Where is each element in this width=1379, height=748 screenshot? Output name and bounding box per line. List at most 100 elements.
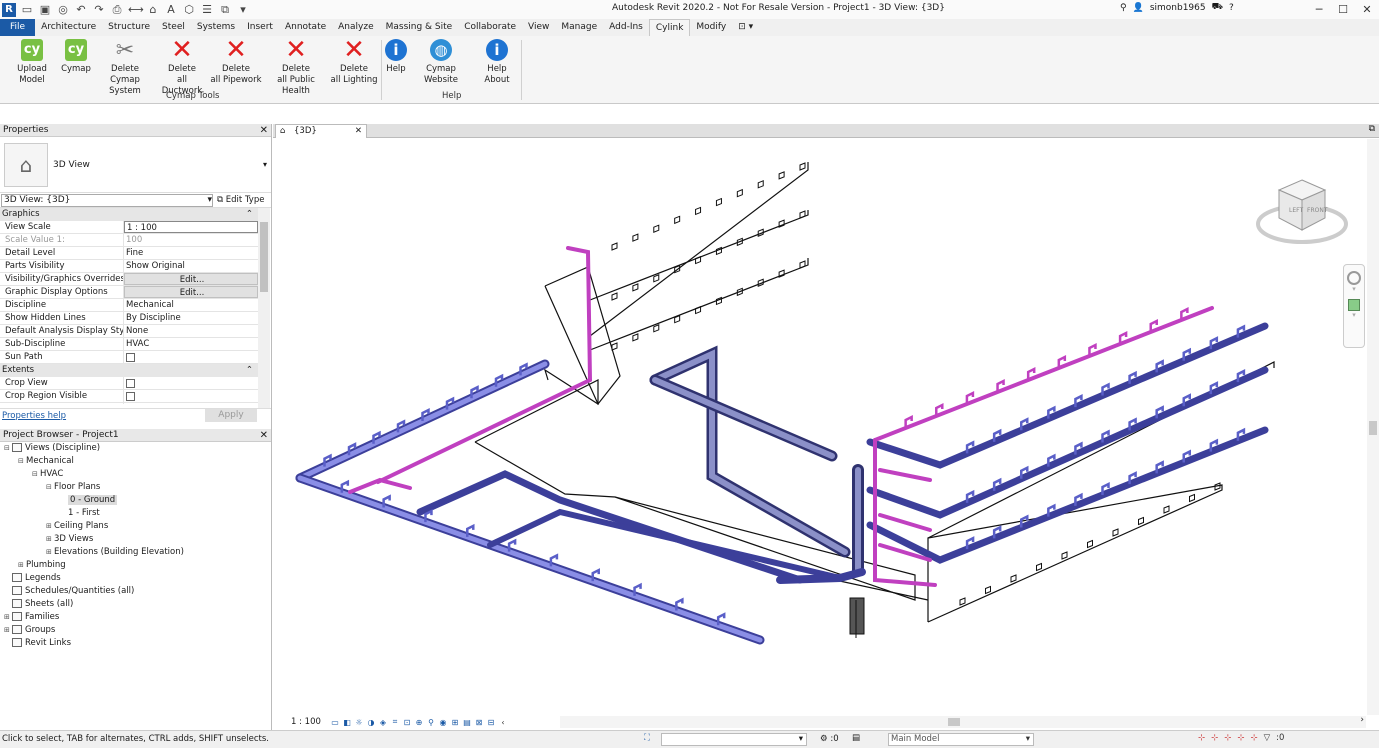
browser-item[interactable]: ⊞ Plumbing xyxy=(0,559,271,572)
property-checkbox[interactable] xyxy=(126,353,135,362)
tab-steel[interactable]: Steel xyxy=(156,19,191,36)
zoom-icon[interactable] xyxy=(1348,299,1360,311)
browser-item[interactable]: ⊟ HVAC xyxy=(0,468,271,481)
help-icon[interactable]: ? xyxy=(1229,3,1234,13)
steering-wheel-icon[interactable] xyxy=(1347,271,1361,285)
delete-all-lighting-button[interactable]: ✕ Delete all Lighting xyxy=(330,37,378,86)
close-icon[interactable]: ✕ xyxy=(260,125,268,136)
apply-button[interactable]: Apply xyxy=(205,409,257,422)
constraints-icon[interactable]: ⊟ xyxy=(485,718,497,727)
delete-all-public-health-button[interactable]: ✕ Delete all Public Health xyxy=(264,37,328,97)
type-selector[interactable]: ⌂ 3D View ▾ xyxy=(0,137,271,193)
delete-all-pipework-button[interactable]: ✕ Delete all Pipework xyxy=(210,37,262,86)
analytical-icon[interactable]: ⊠ xyxy=(473,718,485,727)
close-icon[interactable]: ✕ xyxy=(355,125,362,138)
detail-level-icon[interactable]: ▭ xyxy=(329,718,341,727)
cymap-website-button[interactable]: ◍ Cymap Website xyxy=(410,38,472,86)
crop-visible-icon[interactable]: ⊡ xyxy=(401,718,413,727)
contextual-dropdown-icon[interactable]: ⊡ ▾ xyxy=(732,19,759,36)
browser-item[interactable]: ⊟ Mechanical xyxy=(0,455,271,468)
measure-icon[interactable]: ⟷ xyxy=(128,3,144,16)
tab-analyze[interactable]: Analyze xyxy=(332,19,379,36)
expand-icon[interactable]: ⊞ xyxy=(4,611,12,624)
save-icon[interactable]: ▣ xyxy=(38,3,52,16)
expand-icon[interactable]: ⊞ xyxy=(46,533,54,546)
browser-item[interactable]: ⊞ 3D Views xyxy=(0,533,271,546)
section-extents[interactable]: Extents ⌃ xyxy=(0,364,258,377)
editing-requests-icon[interactable]: ▤ xyxy=(852,733,860,743)
property-value[interactable] xyxy=(124,390,258,402)
expand-icon[interactable]: ⊞ xyxy=(46,520,54,533)
expand-icon[interactable]: ⊞ xyxy=(18,559,26,572)
instance-dropdown[interactable]: 3D View: {3D} ▾ xyxy=(1,193,213,207)
browser-item[interactable]: 0 - Ground xyxy=(0,494,271,507)
select-links-icon[interactable]: ⊹ xyxy=(1198,733,1205,743)
expand-icon[interactable]: ⊞ xyxy=(4,624,12,637)
tab-annotate[interactable]: Annotate xyxy=(279,19,332,36)
tab-view[interactable]: View xyxy=(522,19,555,36)
browser-item[interactable]: Schedules/Quantities (all) xyxy=(0,585,271,598)
design-option-dropdown[interactable]: Main Model ▾ xyxy=(888,733,1034,746)
tab-manage[interactable]: Manage xyxy=(555,19,603,36)
scroll-left-icon[interactable]: ‹ xyxy=(497,718,509,727)
lock-icon[interactable]: ⊕ xyxy=(413,718,425,727)
close-icon[interactable]: ✕ xyxy=(260,430,268,441)
binoculars-icon[interactable]: ⚲ xyxy=(1120,3,1127,13)
close-icon[interactable]: ✕ xyxy=(1355,0,1379,19)
browser-item[interactable]: ⊟ Views (Discipline) xyxy=(0,442,271,455)
text-icon[interactable]: A xyxy=(164,3,178,16)
property-value[interactable]: Mechanical xyxy=(124,299,258,311)
collapse-icon[interactable]: ⊟ xyxy=(46,481,54,494)
crop-icon[interactable]: ⌗ xyxy=(389,717,401,727)
reveal-icon[interactable]: ◉ xyxy=(437,718,449,727)
browser-item[interactable]: Legends xyxy=(0,572,271,585)
browser-item[interactable]: ⊞ Elevations (Building Elevation) xyxy=(0,546,271,559)
browser-item[interactable]: Sheets (all) xyxy=(0,598,271,611)
help-button[interactable]: i Help xyxy=(383,38,409,75)
sections-icon[interactable]: ☰ xyxy=(200,3,214,16)
collapse-icon[interactable]: ⊟ xyxy=(32,468,40,481)
collapse-icon[interactable]: ⊟ xyxy=(18,455,26,468)
tag-icon[interactable]: ⌂ xyxy=(146,3,160,16)
revit-logo-icon[interactable]: R xyxy=(2,2,16,17)
restore-icon[interactable]: ⧉ xyxy=(1369,124,1375,134)
redo-icon[interactable]: ↷ xyxy=(92,3,106,16)
drag-elements-icon[interactable]: ⊹ xyxy=(1251,733,1258,743)
cymap-button[interactable]: cy Cymap xyxy=(60,38,92,75)
browser-item[interactable]: ⊞ Families xyxy=(0,611,271,624)
collapse-icon[interactable]: ⊟ xyxy=(4,442,12,455)
property-value[interactable] xyxy=(124,403,258,404)
visual-style-icon[interactable]: ◧ xyxy=(341,718,353,727)
tab-architecture[interactable]: Architecture xyxy=(35,19,102,36)
view-tab-3d[interactable]: ⌂ {3D} ✕ xyxy=(275,124,367,138)
scroll-right-icon[interactable]: › xyxy=(1360,715,1364,725)
expand-icon[interactable]: ⊞ xyxy=(46,546,54,559)
edit-type-button[interactable]: ⧉ Edit Type xyxy=(217,195,264,205)
worksets-icon[interactable]: ⛶ xyxy=(644,733,650,743)
browser-item[interactable]: Revit Links xyxy=(0,637,271,650)
select-underlay-icon[interactable]: ⊹ xyxy=(1211,733,1218,743)
property-value[interactable]: Edit... xyxy=(124,273,258,285)
property-value[interactable]: Show Original xyxy=(124,260,258,272)
print-icon[interactable]: ⎙ xyxy=(110,3,124,17)
tab-insert[interactable]: Insert xyxy=(241,19,279,36)
tab-systems[interactable]: Systems xyxy=(191,19,241,36)
tab-file[interactable]: File xyxy=(0,19,36,36)
chevron-down-icon[interactable]: ▾ xyxy=(1344,285,1364,293)
browser-item[interactable]: ⊞ Ceiling Plans xyxy=(0,520,271,533)
cart-icon[interactable]: ⛟ xyxy=(1212,2,1223,13)
drawing-canvas[interactable] xyxy=(273,139,1367,715)
select-pinned-icon[interactable]: ⊹ xyxy=(1224,733,1231,743)
qat-dropdown-icon[interactable]: ▾ xyxy=(236,3,250,16)
shadows-icon[interactable]: ◑ xyxy=(365,718,377,727)
tab-cylink[interactable]: Cylink xyxy=(648,19,691,36)
property-value[interactable]: Fine xyxy=(124,247,258,259)
tab-collaborate[interactable]: Collaborate xyxy=(458,19,522,36)
maximize-icon[interactable]: ☐ xyxy=(1331,0,1355,19)
undo-icon[interactable]: ↶ xyxy=(74,3,88,16)
temp-props-icon[interactable]: ▤ xyxy=(461,718,473,727)
horizontal-scrollbar[interactable]: › xyxy=(560,715,1366,728)
upload-model-button[interactable]: cy Upload Model xyxy=(4,38,60,86)
hide-isolate-icon[interactable]: ⚲ xyxy=(425,718,437,727)
delete-all-ductwork-button[interactable]: ✕ Delete all Ductwork xyxy=(156,37,208,97)
